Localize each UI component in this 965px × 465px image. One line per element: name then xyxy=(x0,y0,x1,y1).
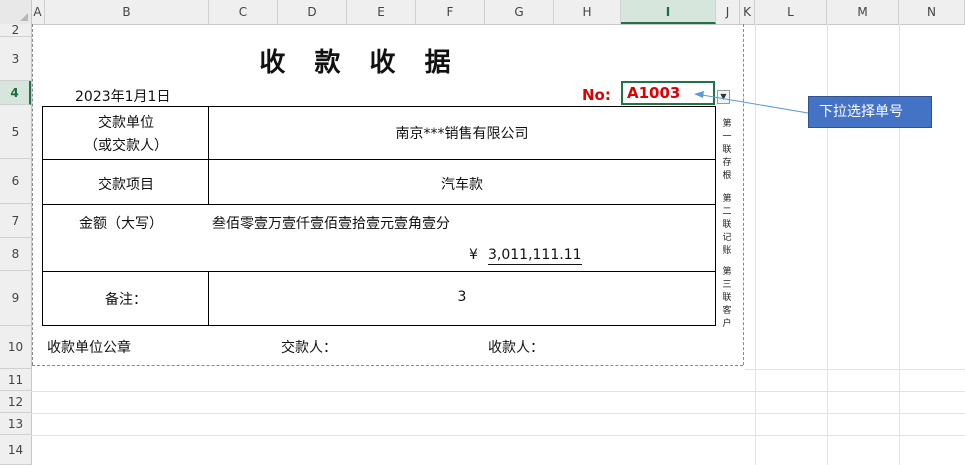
row-header-12[interactable]: 12 xyxy=(0,391,31,413)
receipt-no-label: No: xyxy=(582,86,611,104)
callout-box[interactable]: 下拉选择单号 xyxy=(808,96,932,128)
column-header-c[interactable]: C xyxy=(209,0,278,24)
column-header-a[interactable]: A xyxy=(31,0,45,24)
item-value[interactable]: 汽车款 xyxy=(209,174,715,194)
row-header-5[interactable]: 5 xyxy=(0,105,31,159)
page-break-left xyxy=(32,24,33,365)
amount-words[interactable]: 叁佰零壹万壹仟壹佰壹拾壹元壹角壹分 xyxy=(212,213,450,233)
gridline xyxy=(899,24,900,465)
receipt-title: 收 款 收 据 xyxy=(259,48,461,78)
gridline xyxy=(31,435,965,436)
remark-value[interactable]: 3 xyxy=(209,289,715,305)
row-header-13[interactable]: 13 xyxy=(0,413,31,435)
gridline xyxy=(827,24,828,465)
payer-label-line1: 交款单位 xyxy=(98,115,154,131)
row-header-3[interactable]: 3 xyxy=(0,37,31,81)
row-header-10[interactable]: 10 xyxy=(0,326,31,369)
column-header-k[interactable]: K xyxy=(740,0,755,24)
payer-value[interactable]: 南京***销售有限公司 xyxy=(209,123,715,143)
column-header-g[interactable]: G xyxy=(485,0,554,24)
page-break-bottom xyxy=(32,365,743,366)
column-header-i[interactable]: I xyxy=(621,0,716,24)
column-header-bar: A B C D E F G H I J K L M N xyxy=(0,0,965,25)
select-all-corner[interactable] xyxy=(0,0,32,24)
row-header-7[interactable]: 7 xyxy=(0,204,31,238)
amount-label: 金额（大写） xyxy=(79,216,163,232)
select-all-triangle-icon xyxy=(20,13,28,21)
column-header-h[interactable]: H xyxy=(554,0,621,24)
remark-label: 备注： xyxy=(105,292,147,308)
column-header-b[interactable]: B xyxy=(45,0,209,24)
column-header-f[interactable]: F xyxy=(416,0,485,24)
callout-arrow-head xyxy=(694,91,704,98)
column-header-d[interactable]: D xyxy=(278,0,347,24)
row-header-bar: 2 3 4 5 6 7 8 9 10 11 12 13 14 xyxy=(0,23,32,465)
column-header-l[interactable]: L xyxy=(755,0,827,24)
receiver-label: 收款人： xyxy=(488,340,544,356)
table-divider xyxy=(42,204,716,205)
row-header-14[interactable]: 14 xyxy=(0,435,31,465)
gridline xyxy=(31,391,965,392)
row-header-8[interactable]: 8 xyxy=(0,238,31,271)
amount-number-text: 3,011,111.11 xyxy=(488,247,582,265)
table-divider xyxy=(42,271,716,272)
column-header-e[interactable]: E xyxy=(347,0,416,24)
gridline xyxy=(745,369,965,370)
side-label-accounting: 第二联记账 xyxy=(722,194,732,256)
callout-arrow xyxy=(694,91,809,114)
row-header-11[interactable]: 11 xyxy=(0,369,31,391)
table-border-right xyxy=(715,106,716,326)
table-divider xyxy=(42,159,716,160)
side-label-stub: 第一联存根 xyxy=(722,119,732,181)
handler-label: 交款人： xyxy=(281,340,337,356)
item-label: 交款项目 xyxy=(98,177,154,193)
page-break-right xyxy=(743,24,744,365)
seal-label: 收款单位公章 xyxy=(47,340,131,356)
table-border-top xyxy=(42,106,716,107)
row-header-4[interactable]: 4 xyxy=(0,81,31,105)
receipt-date[interactable]: 2023年1月1日 xyxy=(75,86,170,106)
row-header-6[interactable]: 6 xyxy=(0,159,31,204)
column-header-j[interactable]: J xyxy=(716,0,740,24)
payer-label-line2: （或交款人） xyxy=(84,138,168,154)
gridline xyxy=(31,413,965,414)
column-header-n[interactable]: N xyxy=(899,0,965,24)
side-label-customer: 第三联客户 xyxy=(722,267,732,329)
table-border-bottom xyxy=(42,325,716,326)
row-header-2[interactable]: 2 xyxy=(0,23,31,37)
callout-arrow-line xyxy=(701,94,809,114)
row-header-9[interactable]: 9 xyxy=(0,271,31,326)
column-header-m[interactable]: M xyxy=(827,0,899,24)
amount-number[interactable]: 3,011,111.11 xyxy=(488,247,586,265)
currency-symbol: ¥ xyxy=(469,247,478,263)
